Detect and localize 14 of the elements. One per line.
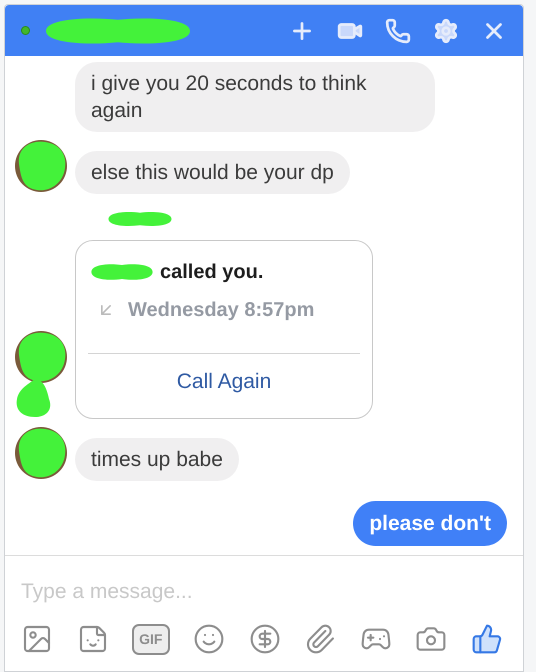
smiley-icon[interactable] [193,623,226,655]
sent-message: please don't [353,500,507,546]
received-message: times up babe [75,438,239,480]
call-again-link[interactable]: Call Again [176,366,272,398]
call-title: called you. [160,260,264,285]
call-time: Wednesday 8:57pm [128,298,314,323]
photo-icon[interactable] [21,623,53,655]
thumbs-up-icon[interactable] [470,623,503,655]
phone-icon[interactable] [385,18,411,44]
received-message: i give you 20 seconds to think again [75,62,435,132]
settings-icon[interactable] [433,18,459,44]
paperclip-icon[interactable] [304,623,336,655]
dollar-icon[interactable] [248,623,281,655]
received-message: else this would be your dp [75,151,350,194]
